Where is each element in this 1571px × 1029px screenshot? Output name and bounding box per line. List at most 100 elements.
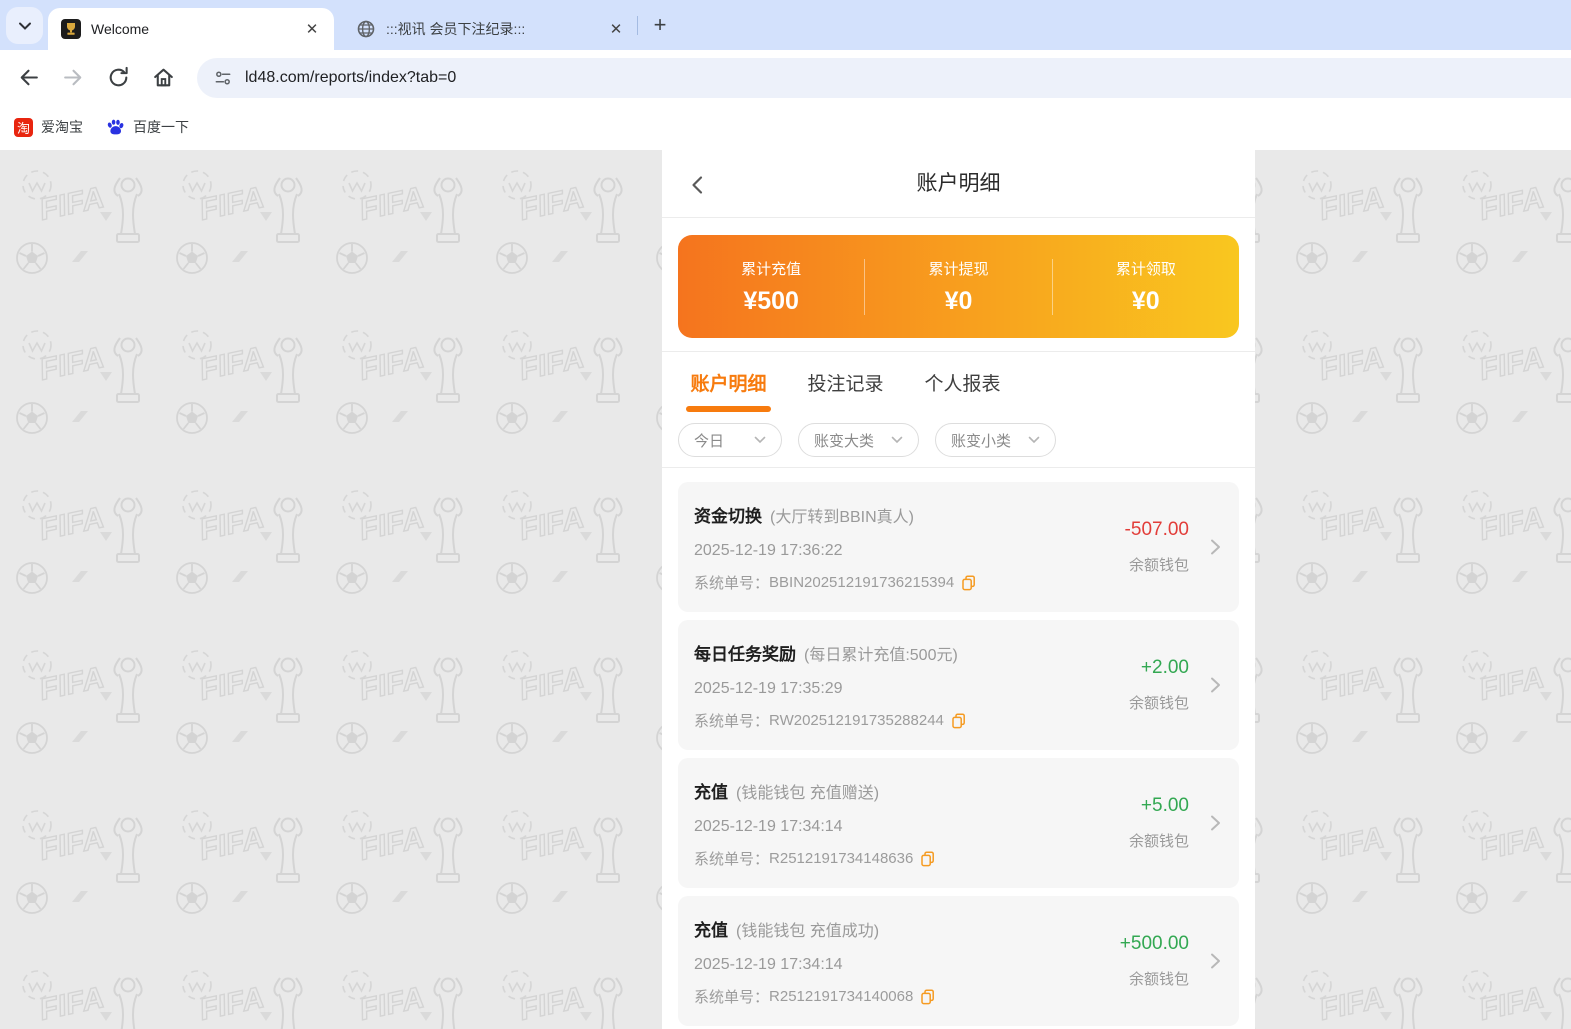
filters-row: 今日 账变大类 账变小类 — [662, 412, 1255, 468]
transaction-note: (钱能钱包 充值成功) — [736, 923, 880, 940]
account-detail-panel: 账户明细 累计充值 ¥500 累计提现 ¥0 累计领取 ¥0 账户明细 投注记录… — [662, 150, 1255, 1029]
transaction-amount: +5.00 — [1140, 795, 1189, 816]
wallet-label: 余额钱包 — [1128, 971, 1189, 988]
transaction-amounts: +5.00 余额钱包 — [1129, 758, 1189, 888]
summary-label: 累计充值 — [741, 260, 802, 278]
wallet-label: 余额钱包 — [1128, 557, 1189, 574]
tab-close-icon[interactable]: ✕ — [606, 19, 626, 39]
wallet-label: 余额钱包 — [1128, 833, 1189, 850]
back-icon[interactable] — [16, 65, 41, 90]
browser-toolbar: ld48.com/reports/index?tab=0 — [0, 50, 1571, 105]
reload-icon[interactable] — [106, 65, 131, 90]
filter-date-dropdown[interactable]: 今日 — [678, 423, 782, 457]
taobao-icon: 淘 — [14, 117, 33, 137]
chevron-right-icon[interactable] — [1203, 673, 1227, 697]
order-number-label: 系统单号： — [694, 713, 770, 730]
url-text[interactable]: ld48.com/reports/index?tab=0 — [245, 69, 456, 87]
summary-claimed: 累计领取 ¥0 — [1053, 258, 1239, 316]
page-title: 账户明细 — [916, 172, 1001, 195]
back-chevron-icon[interactable] — [686, 173, 710, 197]
tab-title: Welcome — [91, 21, 150, 37]
page-background: FIFA 账户明细 — [0, 150, 1571, 1029]
transaction-note: (每日累计充值:500元) — [804, 647, 958, 664]
address-bar[interactable]: ld48.com/reports/index?tab=0 — [197, 58, 1571, 98]
transaction-card[interactable]: 充值 (钱能钱包 充值成功) 2025-12-19 17:34:14 系统单号：… — [678, 896, 1239, 1026]
transaction-amounts: -507.00 余额钱包 — [1125, 482, 1189, 612]
tab-search-button[interactable] — [6, 7, 43, 44]
chevron-down-icon — [754, 436, 766, 444]
tab-label: 个人报表 — [924, 374, 1001, 395]
summary-label: 累计提现 — [928, 260, 989, 278]
transaction-amounts: +500.00 余额钱包 — [1120, 896, 1189, 1026]
bookmark-taobao[interactable]: 淘 爱淘宝 — [14, 115, 83, 139]
summary-withdraw: 累计提现 ¥0 — [865, 258, 1051, 316]
globe-icon — [357, 20, 375, 38]
filter-label: 账变大类 — [814, 432, 875, 450]
transaction-card[interactable]: 充值 (钱能钱包 充值赠送) 2025-12-19 17:34:14 系统单号：… — [678, 758, 1239, 888]
summary-value: ¥0 — [1131, 286, 1160, 315]
summary-label: 累计领取 — [1115, 260, 1176, 278]
site-settings-icon[interactable] — [213, 68, 233, 88]
transaction-note: (钱能钱包 充值赠送) — [736, 785, 880, 802]
chevron-right-icon[interactable] — [1203, 949, 1227, 973]
copy-icon[interactable] — [961, 574, 977, 591]
site-favicon — [61, 19, 81, 39]
baidu-paw-icon — [107, 119, 124, 134]
tab-personal-report[interactable]: 个人报表 — [920, 369, 1005, 412]
active-tab-underline — [686, 406, 771, 412]
forward-icon[interactable] — [61, 65, 86, 90]
copy-icon[interactable] — [920, 988, 936, 1005]
chevron-down-icon — [18, 22, 31, 30]
transaction-type: 每日任务奖励 — [694, 645, 796, 664]
chevron-right-icon[interactable] — [1203, 535, 1227, 559]
bookmark-label: 爱淘宝 — [41, 119, 83, 135]
summary-value: ¥500 — [743, 286, 799, 315]
new-tab-button[interactable]: + — [646, 11, 674, 39]
panel-header: 账户明细 — [662, 150, 1255, 218]
chevron-down-icon — [1028, 436, 1040, 444]
transaction-card[interactable]: 每日任务奖励 (每日累计充值:500元) 2025-12-19 17:35:29… — [678, 620, 1239, 750]
tab-close-icon[interactable]: ✕ — [302, 19, 322, 39]
tab-label: 账户明细 — [690, 374, 767, 395]
bookmark-label: 百度一下 — [133, 119, 189, 135]
tab-title: :::视讯 会员下注纪录::: — [386, 21, 526, 37]
filter-category-dropdown[interactable]: 账变大类 — [798, 423, 919, 457]
order-number: R2512191734140068 — [769, 988, 914, 1005]
tab-bet-records[interactable]: 投注记录 — [803, 369, 888, 412]
summary-recharge: 累计充值 ¥500 — [678, 258, 864, 316]
tab-welcome[interactable]: Welcome ✕ — [48, 8, 334, 50]
tab-account-details[interactable]: 账户明细 — [686, 369, 771, 412]
browser-tab-strip: Welcome ✕ :::视讯 会员下注纪录::: ✕ + — [0, 0, 1571, 50]
transaction-type: 充值 — [694, 921, 728, 940]
summary-section: 累计充值 ¥500 累计提现 ¥0 累计领取 ¥0 — [662, 218, 1255, 352]
order-number: BBIN202512191736215394 — [769, 574, 955, 591]
transaction-card[interactable]: 资金切换 (大厅转到BBIN真人) 2025-12-19 17:36:22 系统… — [678, 482, 1239, 612]
transaction-amounts: +2.00 余额钱包 — [1129, 620, 1189, 750]
transaction-amount: +2.00 — [1140, 657, 1189, 678]
transaction-note: (大厅转到BBIN真人) — [770, 509, 915, 526]
chevron-down-icon — [891, 436, 903, 444]
transaction-type: 资金切换 — [694, 507, 762, 526]
order-number: RW202512191735288244 — [769, 712, 944, 729]
order-number: R2512191734148636 — [769, 850, 914, 867]
order-number-label: 系统单号： — [694, 575, 770, 592]
tab-betting-records[interactable]: :::视讯 会员下注纪录::: ✕ — [346, 8, 636, 50]
filter-subcategory-dropdown[interactable]: 账变小类 — [935, 423, 1056, 457]
copy-icon[interactable] — [920, 850, 936, 867]
filter-label: 账变小类 — [951, 432, 1012, 450]
report-tabs: 账户明细 投注记录 个人报表 — [662, 352, 1255, 412]
transaction-type: 充值 — [694, 783, 728, 802]
transaction-amount: -507.00 — [1124, 519, 1189, 540]
tab-divider — [637, 16, 638, 35]
summary-value: ¥0 — [944, 286, 973, 315]
order-number-label: 系统单号： — [694, 851, 770, 868]
copy-icon[interactable] — [951, 712, 967, 729]
order-number-label: 系统单号： — [694, 989, 770, 1006]
chevron-right-icon[interactable] — [1203, 811, 1227, 835]
transaction-amount: +500.00 — [1119, 933, 1189, 954]
home-icon[interactable] — [151, 65, 176, 90]
transaction-list: 资金切换 (大厅转到BBIN真人) 2025-12-19 17:36:22 系统… — [662, 468, 1255, 1026]
bookmarks-bar: 淘 爱淘宝 百度一下 — [0, 105, 1571, 150]
tab-label: 投注记录 — [807, 374, 884, 395]
bookmark-baidu[interactable]: 百度一下 — [106, 115, 189, 139]
